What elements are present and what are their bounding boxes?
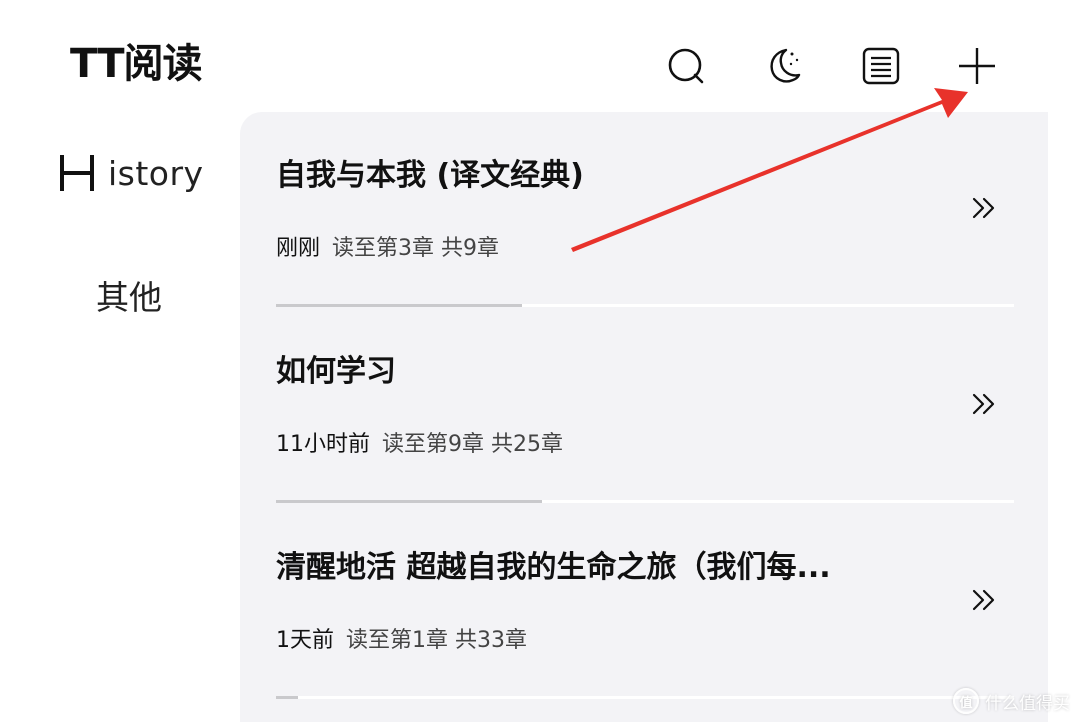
- add-book-button[interactable]: [955, 44, 999, 88]
- watermark-text: 什么值得买: [985, 693, 1070, 714]
- reading-progress-fill: [276, 500, 542, 503]
- reading-progress-fill: [276, 696, 298, 699]
- open-book-button[interactable]: [964, 188, 1004, 228]
- reading-progress-bar: [276, 696, 1014, 699]
- last-read-time: 11小时前: [276, 432, 370, 457]
- add-icon: [959, 48, 995, 84]
- last-read-time: 1天前: [276, 628, 334, 653]
- reading-progress-bar: [276, 304, 1014, 307]
- app-title: TT阅读: [70, 41, 202, 87]
- night-mode-icon: [770, 48, 801, 83]
- double-chevron-right-icon: [972, 589, 995, 611]
- history-item[interactable]: 如何学习 11小时前 读至第9章 共25章: [240, 308, 1048, 504]
- double-chevron-right-icon: [972, 393, 995, 415]
- history-initial: [58, 155, 96, 191]
- book-meta: 1天前 读至第1章 共33章: [276, 626, 527, 656]
- open-book-button[interactable]: [964, 384, 1004, 424]
- tab-other[interactable]: 其他: [96, 276, 162, 320]
- watermark: 值 什么值得买: [953, 688, 1070, 714]
- reading-progress-text: 读至第9章 共25章: [382, 432, 563, 457]
- search-button[interactable]: [664, 44, 708, 88]
- history-item[interactable]: 清醒地活 超越自我的生命之旅（我们每... 1天前 读至第1章 共33章: [240, 504, 1048, 700]
- list-icon: [862, 47, 900, 85]
- search-icon: [668, 48, 704, 84]
- book-meta: 11小时前 读至第9章 共25章: [276, 430, 563, 460]
- list-button[interactable]: [859, 44, 903, 88]
- history-item[interactable]: 自我与本我 (译文经典) 刚刚 读至第3章 共9章: [240, 112, 1048, 308]
- tab-history-label: istory: [108, 153, 204, 193]
- history-list: 自我与本我 (译文经典) 刚刚 读至第3章 共9章如何学习 11小时前 读至第9章 共2…: [240, 112, 1048, 722]
- last-read-time: 刚刚: [276, 236, 321, 261]
- book-title: 自我与本我 (译文经典): [276, 158, 584, 193]
- app-screen: TT阅读 istory 其他 自我与本我 (译文经典) 刚刚 读至第3章 共9章…: [0, 0, 1080, 722]
- book-title: 如何学习: [276, 354, 396, 389]
- book-title: 清醒地活 超越自我的生命之旅（我们每...: [276, 550, 831, 585]
- reading-progress-bar: [276, 500, 1014, 503]
- open-book-button[interactable]: [964, 580, 1004, 620]
- reading-progress-fill: [276, 304, 522, 307]
- night-mode-button[interactable]: [762, 44, 806, 88]
- book-meta: 刚刚 读至第3章 共9章: [276, 234, 499, 264]
- double-chevron-right-icon: [972, 197, 995, 219]
- watermark-logo-icon: 值: [953, 688, 979, 714]
- reading-progress-text: 读至第1章 共33章: [346, 628, 527, 653]
- reading-progress-text: 读至第3章 共9章: [332, 236, 500, 261]
- tab-history[interactable]: H istory: [58, 150, 204, 196]
